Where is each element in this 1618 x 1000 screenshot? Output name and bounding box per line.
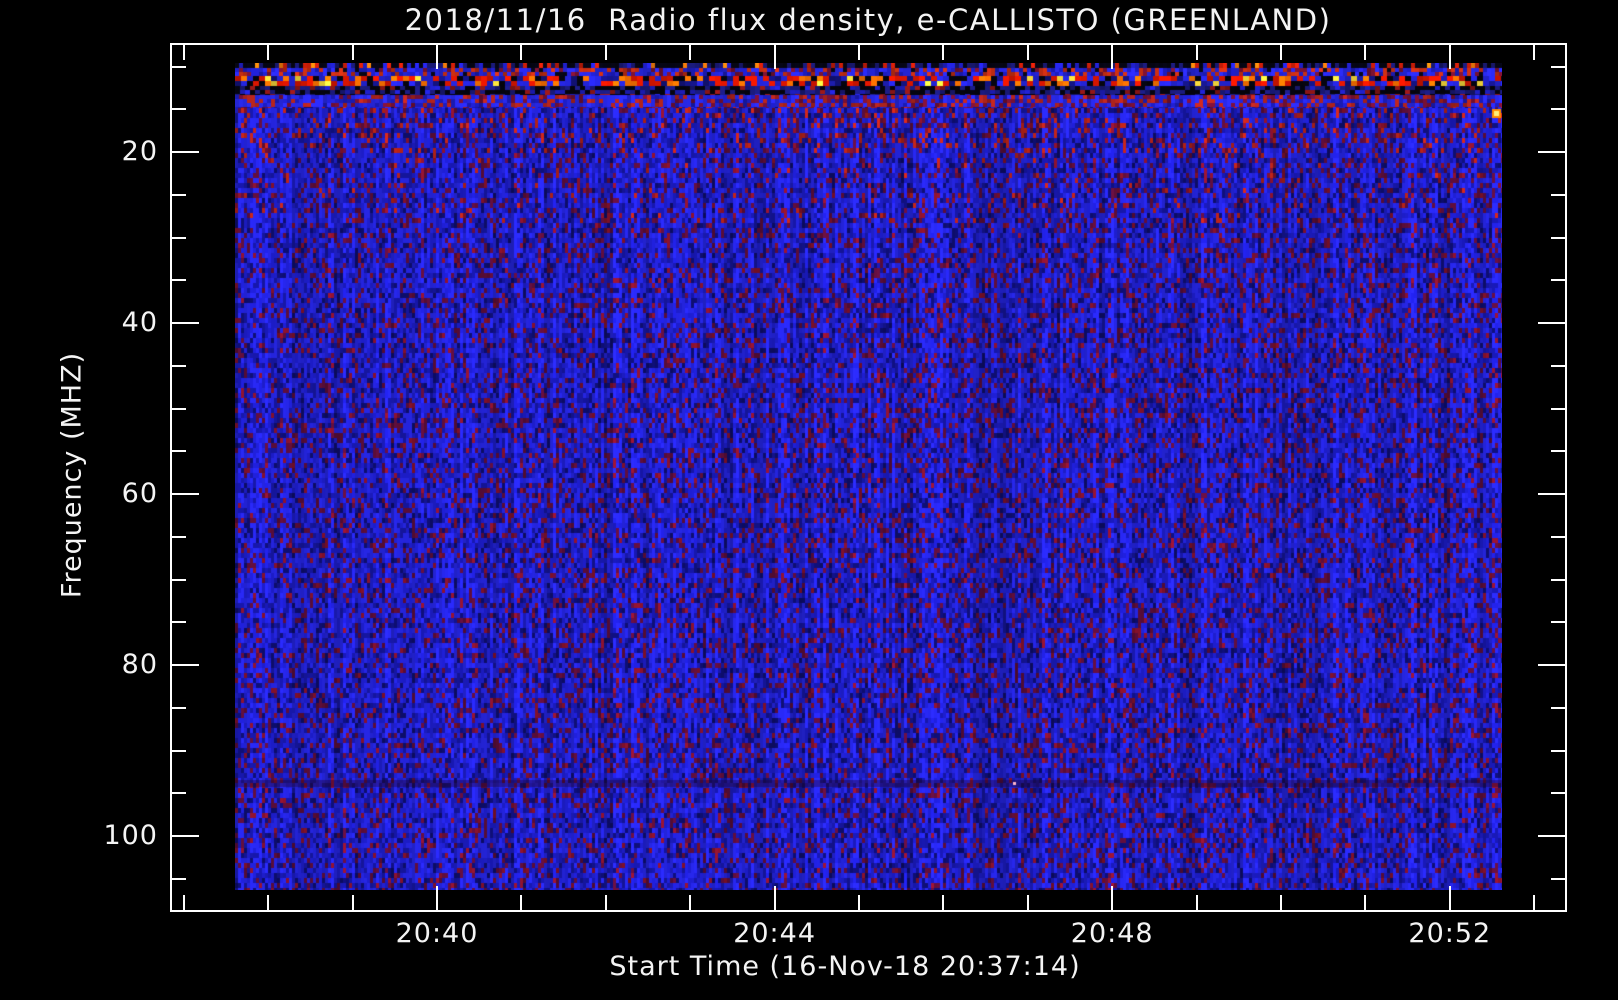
y-tick-mark (1551, 535, 1565, 538)
spectrogram-canvas (235, 63, 1502, 890)
y-tick-mark (1551, 792, 1565, 795)
y-tick-mark (172, 621, 186, 624)
x-tick-label: 20:48 (1070, 918, 1154, 949)
y-tick-mark (1551, 65, 1565, 68)
y-tick-mark (172, 322, 199, 324)
x-tick-label: 20:44 (733, 918, 816, 949)
y-tick-mark (172, 578, 186, 581)
x-tick-mark (182, 45, 185, 60)
x-tick-mark (1448, 886, 1451, 910)
y-tick-label: 100 (103, 820, 158, 851)
x-tick-mark (1448, 45, 1451, 69)
y-tick-mark (172, 450, 186, 453)
y-tick-mark (1551, 407, 1565, 410)
y-tick-mark (172, 279, 186, 282)
y-tick-mark (1551, 279, 1565, 282)
x-tick-mark (267, 895, 270, 910)
y-tick-mark (172, 108, 186, 111)
y-tick-mark (1551, 621, 1565, 624)
x-tick-mark (267, 45, 270, 60)
y-tick-mark (1551, 706, 1565, 709)
x-tick-mark (436, 886, 438, 910)
x-tick-mark (942, 45, 945, 60)
x-tick-mark (1026, 45, 1029, 60)
x-tick-mark (604, 45, 607, 60)
x-tick-label: 20:52 (1408, 918, 1492, 949)
y-tick-mark (1551, 877, 1565, 880)
x-tick-mark (1195, 895, 1198, 910)
x-tick-mark (858, 895, 860, 910)
page-title: 2018/11/16 Radio flux density, e-CALLIST… (404, 3, 1332, 37)
x-tick-mark (1111, 45, 1114, 69)
y-tick-mark (1551, 193, 1565, 196)
y-tick-mark (172, 706, 186, 709)
spectrogram-page: 2018/11/16 Radio flux density, e-CALLIST… (0, 0, 1618, 1000)
y-tick-mark (172, 835, 199, 837)
y-tick-mark (172, 792, 186, 795)
y-tick-mark (172, 193, 186, 196)
y-tick-label: 20 (121, 136, 158, 167)
x-tick-mark (1195, 45, 1198, 60)
x-tick-mark (1364, 895, 1367, 910)
y-tick-mark (1551, 364, 1565, 367)
y-tick-mark (172, 364, 186, 367)
y-tick-label: 80 (121, 649, 158, 680)
y-tick-mark (172, 535, 186, 538)
y-tick-label: 40 (121, 307, 158, 338)
x-tick-mark (1533, 895, 1536, 910)
x-tick-mark (942, 895, 945, 910)
y-tick-mark (1551, 450, 1565, 453)
x-tick-mark (1280, 45, 1282, 60)
y-tick-mark (1551, 236, 1565, 239)
x-tick-mark (773, 886, 776, 910)
x-tick-mark (689, 895, 692, 910)
x-tick-mark (1111, 886, 1114, 910)
x-tick-mark (1533, 45, 1536, 60)
y-tick-mark (172, 151, 199, 153)
y-tick-mark (1551, 749, 1565, 752)
y-tick-mark (1538, 664, 1565, 666)
x-tick-mark (520, 895, 523, 910)
y-axis-title: Frequency (MHZ) (56, 351, 88, 599)
y-tick-mark (1538, 835, 1565, 837)
y-tick-mark (1538, 322, 1565, 324)
y-tick-mark (172, 664, 199, 666)
x-tick-mark (858, 45, 860, 60)
x-tick-label: 20:40 (395, 918, 479, 949)
x-tick-mark (351, 895, 354, 910)
y-tick-mark (172, 877, 186, 880)
y-tick-mark (172, 65, 186, 68)
x-tick-mark (604, 895, 607, 910)
x-tick-mark (773, 45, 776, 69)
y-tick-mark (172, 493, 199, 495)
x-tick-mark (520, 45, 523, 60)
y-tick-mark (1538, 493, 1565, 495)
x-tick-mark (689, 45, 692, 60)
x-tick-mark (351, 45, 354, 60)
y-tick-mark (172, 749, 186, 752)
y-tick-mark (172, 407, 186, 410)
y-tick-mark (1538, 151, 1565, 153)
x-tick-mark (1280, 895, 1282, 910)
x-tick-mark (182, 895, 185, 910)
y-tick-mark (1551, 578, 1565, 581)
y-tick-mark (172, 236, 186, 239)
x-tick-mark (436, 45, 438, 69)
x-axis-title: Start Time (16-Nov-18 20:37:14) (609, 951, 1081, 982)
x-tick-mark (1364, 45, 1367, 60)
x-tick-mark (1026, 895, 1029, 910)
y-tick-mark (1551, 108, 1565, 111)
